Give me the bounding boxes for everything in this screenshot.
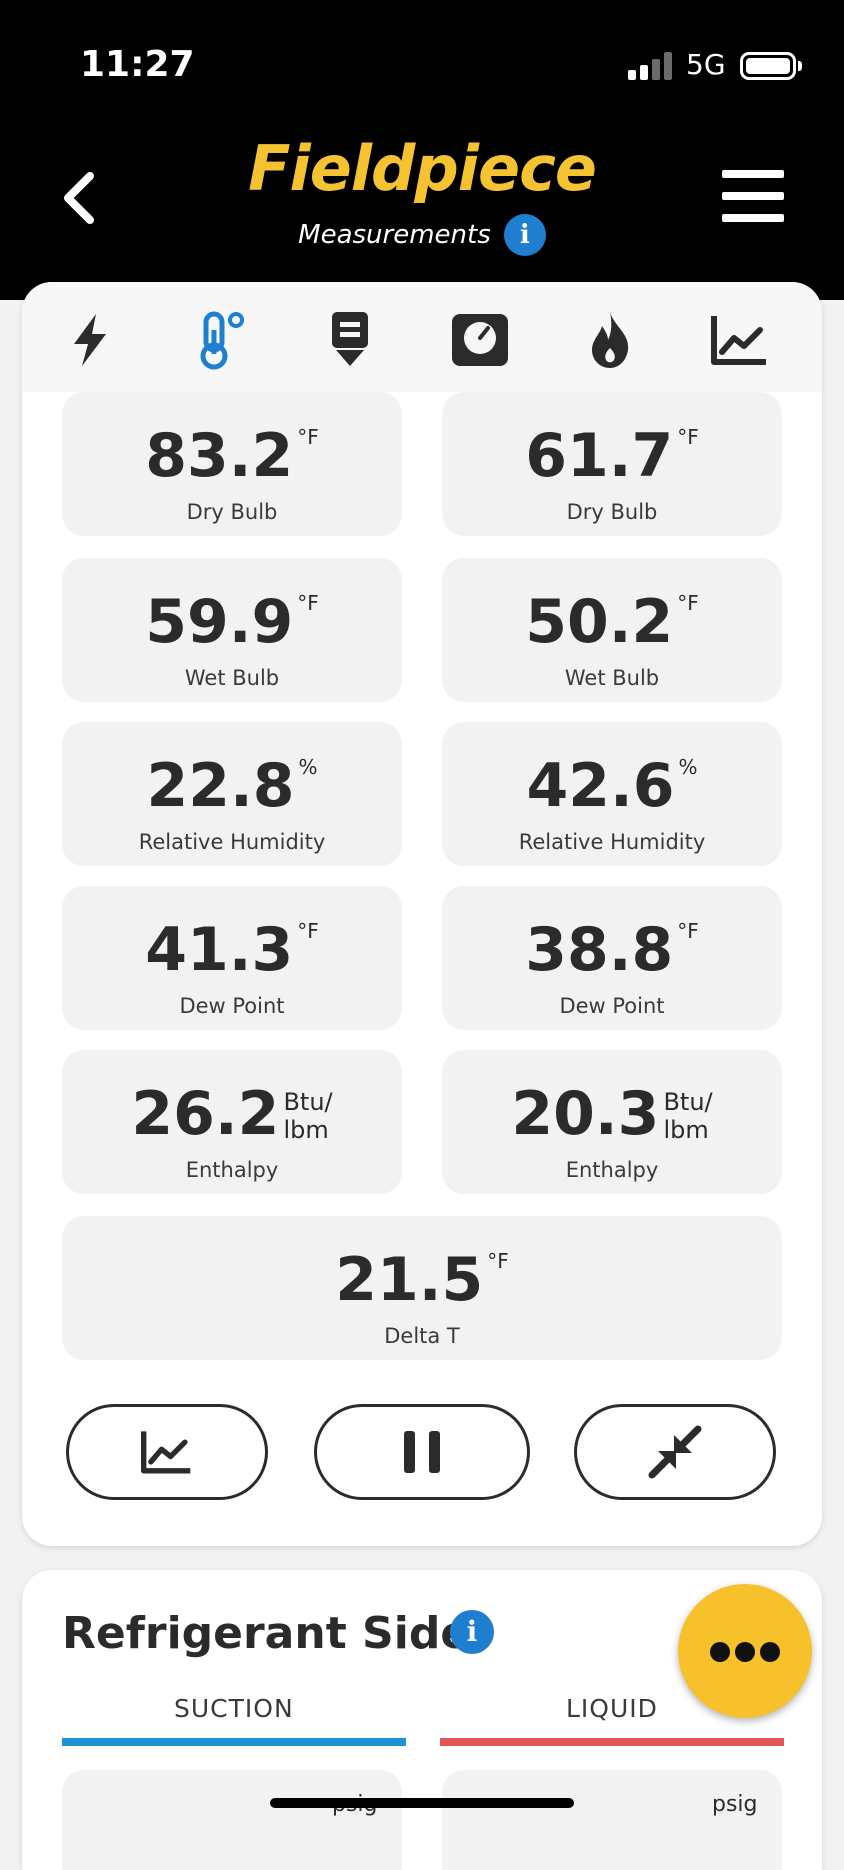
value: 83.2 [145, 421, 294, 491]
home-indicator[interactable] [270, 1798, 574, 1808]
value: 21.5 [335, 1245, 484, 1315]
unit: % [678, 755, 698, 779]
hamburger-menu-button[interactable] [722, 170, 784, 224]
more-dot [710, 1642, 730, 1662]
suction-underline [62, 1738, 406, 1746]
value: 22.8 [146, 751, 295, 821]
network-type: 5G [686, 48, 726, 81]
more-options-button[interactable] [678, 1584, 812, 1718]
label: Delta T [384, 1324, 460, 1348]
unit: °F [487, 1249, 509, 1273]
unit: Btu/lbm [663, 1088, 712, 1144]
tab-bar [22, 282, 822, 392]
unit-line-2: lbm [283, 1116, 329, 1144]
return-humidity-tile: 22.8% Relative Humidity [62, 722, 402, 866]
lightning-icon [74, 314, 106, 366]
supply-wet-bulb-tile: 50.2 °F Wet Bulb [442, 558, 782, 702]
tab-temperature[interactable] [188, 308, 252, 372]
value: 41.3 [145, 915, 294, 985]
label: Wet Bulb [184, 666, 280, 690]
flame-icon [592, 312, 629, 368]
liquid-underline [440, 1738, 784, 1746]
unit-line-1: Btu/ [283, 1088, 333, 1116]
supply-dry-bulb-tile: 61.7 °F Dry Bulb [442, 392, 782, 536]
return-dew-point-tile: 41.3 °F Dew Point [62, 886, 402, 1030]
tab-electrical[interactable] [58, 308, 122, 372]
more-dot [735, 1642, 755, 1662]
label: Enthalpy [565, 1158, 659, 1182]
tab-combustion[interactable] [578, 308, 642, 372]
chart-icon [711, 316, 766, 365]
download-meter-icon [332, 312, 368, 366]
app-header: 11:27 5G Fieldpiece Measurements i [0, 0, 844, 300]
pause-icon [404, 1431, 440, 1473]
tab-gauges[interactable] [448, 308, 512, 372]
tab-trends[interactable] [708, 308, 772, 372]
label: Enthalpy [185, 1158, 279, 1182]
collapse-arrows-icon [648, 1425, 702, 1479]
chart-icon [141, 1431, 191, 1474]
battery-tip [798, 61, 802, 71]
unit-line-2: lbm [663, 1116, 709, 1144]
unit: °F [677, 919, 699, 943]
label: Dry Bulb [566, 500, 658, 524]
label: Dry Bulb [186, 500, 278, 524]
value: 50.2 [525, 587, 674, 657]
gauge-icon [452, 314, 508, 366]
measurements-card: 83.2 °F Dry Bulb 59.9 °F Wet Bulb 22.8% Re… [22, 282, 822, 1546]
unit: °F [297, 425, 319, 449]
refrigerant-title: Refrigerant Side [62, 1608, 471, 1659]
label: Dew Point [179, 994, 285, 1018]
tab-airflow[interactable] [318, 308, 382, 372]
label: Dew Point [559, 994, 665, 1018]
return-dry-bulb-tile: 83.2 °F Dry Bulb [62, 392, 402, 536]
unit: Btu/lbm [283, 1088, 332, 1144]
page-title: Measurements [298, 220, 491, 250]
info-icon[interactable]: i [503, 214, 546, 256]
tab-suction[interactable]: SUCTION [174, 1694, 294, 1723]
return-wet-bulb-tile: 59.9 °F Wet Bulb [62, 558, 402, 702]
pause-button[interactable] [314, 1404, 530, 1500]
suction-pressure-tile [62, 1770, 402, 1870]
unit: °F [677, 425, 699, 449]
label: Relative Humidity [518, 830, 706, 854]
unit: °F [297, 919, 319, 943]
value: 26.2 [131, 1079, 280, 1149]
trend-button[interactable] [66, 1404, 268, 1500]
value: 42.6 [526, 751, 675, 821]
unit: % [298, 755, 318, 779]
supply-enthalpy-tile: 20.3 Btu/lbm Enthalpy [442, 1050, 782, 1194]
more-dot [760, 1642, 780, 1662]
label: Relative Humidity [138, 830, 326, 854]
value: 59.9 [145, 587, 294, 657]
value: 20.3 [511, 1079, 660, 1149]
return-enthalpy-tile: 26.2 Btu/lbm Enthalpy [62, 1050, 402, 1194]
battery-icon [740, 52, 796, 80]
minimize-button[interactable] [574, 1404, 776, 1500]
unit: °F [297, 591, 319, 615]
value: 38.8 [525, 915, 674, 985]
liquid-unit: psig [712, 1792, 758, 1817]
liquid-pressure-tile [442, 1770, 782, 1870]
signal-icon [628, 52, 674, 80]
value: 61.7 [525, 421, 674, 491]
supply-dew-point-tile: 38.8 °F Dew Point [442, 886, 782, 1030]
delta-t-tile: 21.5 °F Delta T [62, 1216, 782, 1360]
unit: °F [677, 591, 699, 615]
thermometer-icon [200, 311, 244, 370]
supply-humidity-tile: 42.6% Relative Humidity [442, 722, 782, 866]
status-time: 11:27 [80, 44, 195, 85]
info-icon[interactable]: i [450, 1610, 494, 1654]
unit-line-1: Btu/ [663, 1088, 713, 1116]
label: Wet Bulb [564, 666, 660, 690]
tab-liquid[interactable]: LIQUID [566, 1694, 658, 1723]
fieldpiece-logo: Fieldpiece [248, 132, 597, 205]
page-title-row: Measurements i [0, 214, 844, 256]
